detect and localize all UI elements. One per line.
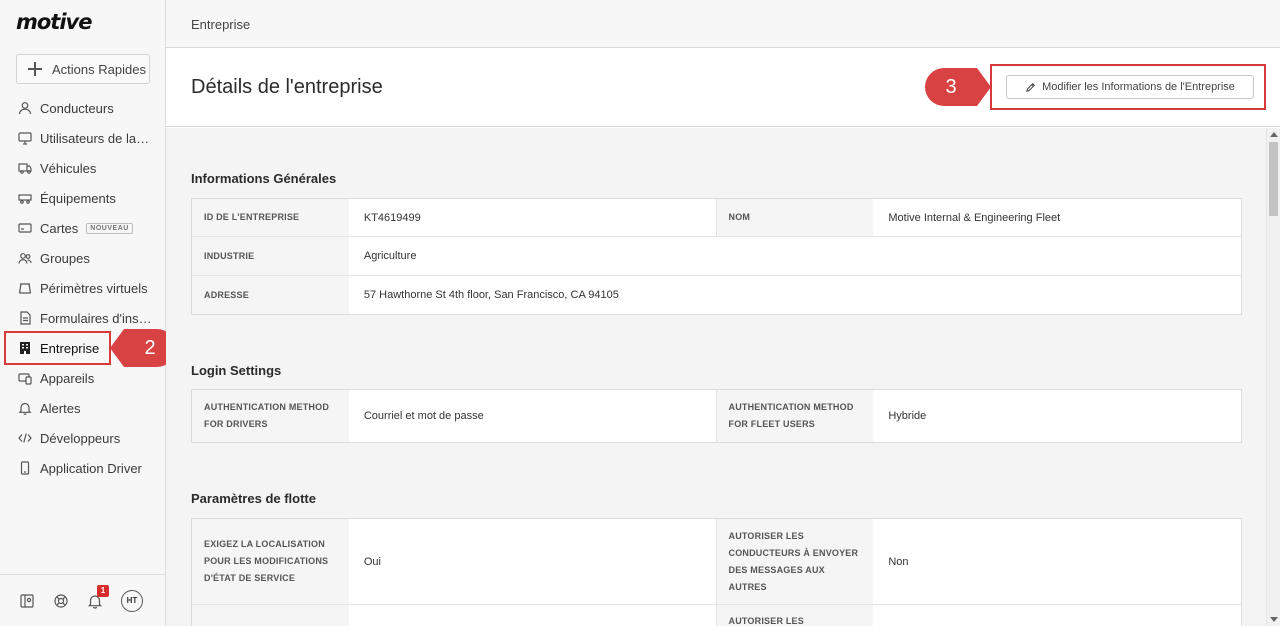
company-id-value: KT4619499 xyxy=(349,199,717,236)
notifications-icon[interactable]: 1 xyxy=(87,584,109,609)
map-book-icon[interactable] xyxy=(19,593,35,609)
help-icon[interactable] xyxy=(53,593,69,609)
user-icon xyxy=(18,101,32,115)
name-label: NOM xyxy=(716,199,874,236)
scrollbar[interactable] xyxy=(1266,128,1280,626)
sidebar-item-developers[interactable]: Développeurs xyxy=(0,423,166,453)
notification-count-badge: 1 xyxy=(97,584,109,597)
sidebar-nav: Conducteurs Utilisateurs de la flotte Vé… xyxy=(0,93,166,483)
fleet-auth-label: AUTHENTICATION METHOD FOR FLEET USERS xyxy=(716,390,874,442)
sidebar-item-label: Appareils xyxy=(40,370,95,386)
sidebar-item-geofences[interactable]: Périmètres virtuels xyxy=(0,273,166,303)
sidebar-footer: 1 HT xyxy=(0,574,166,626)
users-icon xyxy=(18,251,32,265)
table-row: EXIGEZ LA LOCALISATION POUR LES MODIFICA… xyxy=(192,519,1241,605)
sidebar: motive Actions Rapides Conducteurs Utili… xyxy=(0,0,166,626)
bell-icon xyxy=(18,401,32,415)
new-badge: NOUVEAU xyxy=(86,222,133,234)
sidebar-item-drivers[interactable]: Conducteurs xyxy=(0,93,166,123)
driver-messages-value: Non xyxy=(888,555,909,568)
phone-icon xyxy=(18,461,32,475)
driver-auth-value: Courriel et mot de passe xyxy=(349,390,717,442)
quick-actions-label: Actions Rapides xyxy=(52,61,146,77)
card-icon xyxy=(18,221,32,235)
table-row: ID DE L'ENTREPRISE KT4619499 NOM Motive … xyxy=(192,199,1241,237)
sidebar-item-label: Groupes xyxy=(40,250,90,266)
trailer-icon xyxy=(18,191,32,205)
step-3-callout: 3 xyxy=(925,68,991,106)
address-value: 57 Hawthorne St 4th floor, San Francisco… xyxy=(363,289,619,301)
sidebar-item-cards[interactable]: Cartes NOUVEAU xyxy=(0,213,166,243)
edit-company-button[interactable]: Modifier les Informations de l'Entrepris… xyxy=(1006,75,1254,99)
table-row: AUTHENTICATION METHOD FOR DRIVERS Courri… xyxy=(192,390,1241,442)
login-settings-card: AUTHENTICATION METHOD FOR DRIVERS Courri… xyxy=(191,389,1242,443)
avatar[interactable]: HT xyxy=(121,589,143,612)
driver-messages-label: AUTORISER LES CONDUCTEURS À ENVOYER DES … xyxy=(716,519,874,604)
sidebar-item-label: Périmètres virtuels xyxy=(40,280,148,296)
company-id-label: ID DE L'ENTREPRISE xyxy=(192,199,349,236)
next-setting-right-value xyxy=(873,605,1241,626)
form-icon xyxy=(18,311,32,325)
main-content: Informations Générales ID DE L'ENTREPRIS… xyxy=(166,128,1266,626)
next-setting-value xyxy=(349,605,717,626)
sidebar-item-driver-app[interactable]: Application Driver xyxy=(0,453,166,483)
sidebar-item-fleet-users[interactable]: Utilisateurs de la flotte xyxy=(0,123,166,153)
sidebar-item-label: Utilisateurs de la flotte xyxy=(40,130,152,146)
location-required-label: EXIGEZ LA LOCALISATION POUR LES MODIFICA… xyxy=(192,519,349,604)
sidebar-item-label: Véhicules xyxy=(40,160,97,176)
table-row: ADRESSE 57 Hawthorne St 4th floor, San F… xyxy=(192,276,1241,314)
fleet-auth-value: Hybride xyxy=(888,410,927,422)
table-row: AUTORISER LES xyxy=(192,605,1241,626)
next-setting-right-label: AUTORISER LES xyxy=(716,605,874,626)
sidebar-item-equipment[interactable]: Équipements xyxy=(0,183,166,213)
sidebar-item-label: Application Driver xyxy=(40,460,142,476)
address-label: ADRESSE xyxy=(192,276,349,314)
login-settings-title: Login Settings xyxy=(191,363,282,378)
page-title: Détails de l'entreprise xyxy=(191,76,383,98)
scrollbar-thumb[interactable] xyxy=(1269,142,1278,216)
devices-icon xyxy=(18,371,32,385)
highlight-box-edit: Modifier les Informations de l'Entrepris… xyxy=(990,64,1266,110)
sidebar-item-label: Formulaires d'inspection xyxy=(40,310,152,326)
highlight-box-company xyxy=(4,331,111,365)
driver-auth-label: AUTHENTICATION METHOD FOR DRIVERS xyxy=(192,390,349,442)
scroll-up-arrow[interactable] xyxy=(1270,132,1278,137)
sidebar-item-vehicles[interactable]: Véhicules xyxy=(0,153,166,183)
page-header: Détails de l'entreprise Modifier les Inf… xyxy=(166,49,1280,127)
fleet-settings-card: EXIGEZ LA LOCALISATION POUR LES MODIFICA… xyxy=(191,518,1242,626)
sidebar-item-label: Alertes xyxy=(40,400,81,416)
table-row: INDUSTRIE Agriculture xyxy=(192,237,1241,276)
quick-actions-button[interactable]: Actions Rapides xyxy=(16,54,150,84)
fleet-settings-title: Paramètres de flotte xyxy=(191,491,316,506)
geofence-icon xyxy=(18,281,32,295)
general-info-title: Informations Générales xyxy=(191,171,337,186)
location-required-value: Oui xyxy=(349,519,717,604)
scroll-down-arrow[interactable] xyxy=(1270,617,1278,622)
motive-logo[interactable]: motive xyxy=(16,10,92,34)
monitor-icon xyxy=(18,131,32,145)
sidebar-item-label: Cartes xyxy=(40,220,79,236)
industry-label: INDUSTRIE xyxy=(192,237,349,275)
breadcrumb: Entreprise xyxy=(166,0,1280,48)
sidebar-item-alerts[interactable]: Alertes xyxy=(0,393,166,423)
code-icon xyxy=(18,431,32,445)
name-value: Motive Internal & Engineering Fleet xyxy=(888,211,1061,224)
sidebar-item-label: Conducteurs xyxy=(40,100,114,116)
sidebar-item-groups[interactable]: Groupes xyxy=(0,243,166,273)
sidebar-item-label: Équipements xyxy=(40,190,116,206)
sidebar-item-label: Développeurs xyxy=(40,430,121,446)
next-setting-label xyxy=(192,605,349,626)
edit-company-label: Modifier les Informations de l'Entrepris… xyxy=(1042,81,1235,93)
pencil-icon xyxy=(1026,82,1036,92)
sidebar-item-devices[interactable]: Appareils xyxy=(0,363,166,393)
general-info-card: ID DE L'ENTREPRISE KT4619499 NOM Motive … xyxy=(191,198,1242,315)
truck-icon xyxy=(18,161,32,175)
industry-value: Agriculture xyxy=(363,250,417,262)
plus-icon xyxy=(28,62,42,76)
